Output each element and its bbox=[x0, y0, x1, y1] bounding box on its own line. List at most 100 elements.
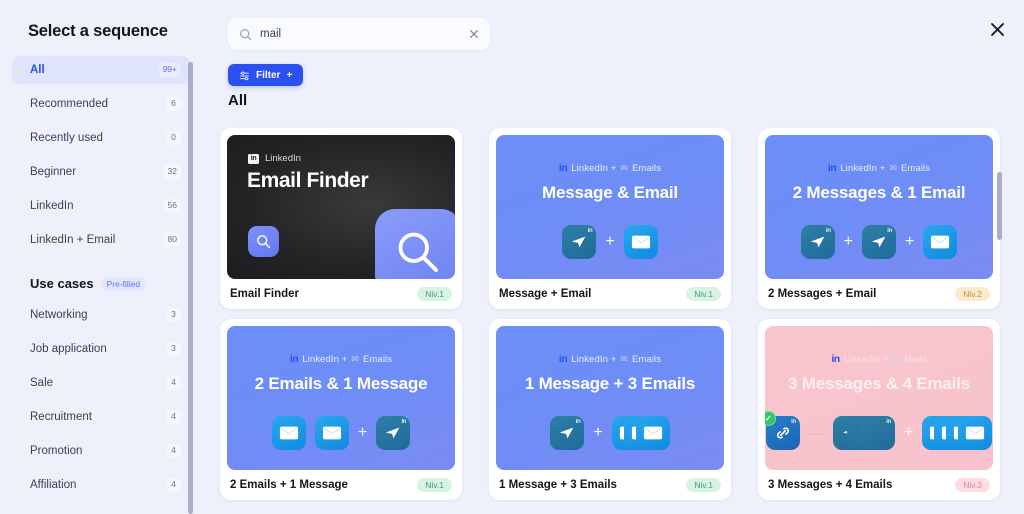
sidebar-item-count: 80 bbox=[163, 233, 181, 247]
linkedin-badge-icon: in bbox=[825, 228, 831, 234]
sidebar-item-label: Job application bbox=[30, 343, 107, 355]
search-bar[interactable] bbox=[228, 18, 490, 50]
sidebar-item-label: Recommended bbox=[30, 98, 108, 110]
card-name: 2 Emails + 1 Message bbox=[230, 479, 348, 491]
linkedin-icon: in bbox=[827, 162, 837, 174]
card-visual: in LinkedIn + ✉ Emails Message & Email i… bbox=[496, 135, 724, 279]
card-tagline-text: LinkedIn bbox=[265, 153, 301, 164]
card-tagline-mail: Emails bbox=[632, 353, 662, 365]
mail-icon: ✉ bbox=[892, 353, 900, 364]
mail-icon: ✉ bbox=[351, 353, 359, 364]
level-badge: Niv.1 bbox=[417, 477, 452, 493]
search-tile bbox=[248, 226, 279, 257]
sidebar-item-count: 4 bbox=[166, 376, 181, 390]
card-icon-row: in + bbox=[496, 416, 724, 450]
sidebar-item-label: All bbox=[30, 64, 45, 76]
section-title: All bbox=[228, 92, 248, 109]
sidebar-scrollbar[interactable] bbox=[188, 62, 193, 514]
message-icon: in bbox=[800, 225, 835, 259]
sidebar-item-recruitment[interactable]: Recruitment 4 bbox=[12, 403, 190, 431]
mail-icon bbox=[635, 416, 670, 450]
main-scrollbar-thumb[interactable] bbox=[997, 172, 1002, 240]
close-icon bbox=[990, 22, 1004, 36]
sequence-card-3-messages-4-emails[interactable]: in Linkedin + ✉ Mails 3 Messages & 4 Ema… bbox=[758, 319, 1000, 500]
filter-button-label: Filter bbox=[256, 69, 281, 81]
card-tagline: in LinkedIn + ✉ Emails bbox=[828, 162, 930, 174]
mail-icon bbox=[923, 225, 958, 259]
sidebar-item-promotion[interactable]: Promotion 4 bbox=[12, 437, 190, 465]
card-tagline-text: LinkedIn + bbox=[302, 353, 348, 365]
plus-icon: + bbox=[843, 233, 853, 250]
sidebar-item-count: 99+ bbox=[158, 63, 181, 77]
message-icon: in bbox=[862, 225, 896, 259]
sidebar-item-sale[interactable]: Sale 4 bbox=[12, 369, 190, 397]
sidebar-item-count: 3 bbox=[166, 342, 181, 356]
linkedin-icon: in bbox=[289, 353, 299, 365]
sidebar-nav-list: All 99+ Recommended 6 Recently used 0 Be… bbox=[0, 56, 200, 254]
linkedin-badge-icon: in bbox=[401, 419, 407, 425]
linkedin-badge-icon: in bbox=[887, 228, 892, 234]
search-icon bbox=[398, 232, 438, 272]
use-cases-title: Use cases bbox=[30, 276, 94, 291]
search-input[interactable] bbox=[260, 28, 460, 40]
sidebar-item-affiliation[interactable]: Affiliation 4 bbox=[12, 471, 190, 499]
card-name: Message + Email bbox=[499, 288, 592, 300]
use-cases-header: Use cases Pre-filled bbox=[0, 260, 200, 291]
clear-search-button[interactable] bbox=[468, 28, 480, 40]
plus-icon: + bbox=[605, 233, 615, 250]
sequence-card-1-message-3-emails[interactable]: in LinkedIn + ✉ Emails 1 Message + 3 Ema… bbox=[489, 319, 731, 500]
level-badge: Niv.1 bbox=[417, 286, 452, 302]
card-footer: 2 Emails + 1 Message Niv.1 bbox=[227, 470, 455, 500]
filter-button[interactable]: Filter + bbox=[228, 64, 304, 86]
sequence-card-2-messages-email[interactable]: in LinkedIn + ✉ Emails 2 Messages & 1 Em… bbox=[758, 128, 1000, 309]
card-headline: 3 Messages & 4 Emails bbox=[788, 374, 970, 393]
sidebar-item-networking[interactable]: Networking 3 bbox=[12, 301, 190, 329]
card-headline: 2 Emails & 1 Message bbox=[254, 374, 428, 393]
sidebar-item-count: 3 bbox=[166, 308, 181, 322]
main-scrollbar[interactable] bbox=[997, 140, 1002, 440]
grid-row: in LinkedIn Email Finder Email Finder Ni… bbox=[220, 128, 1000, 309]
message-icon: in bbox=[562, 225, 597, 259]
sidebar-item-linkedin[interactable]: LinkedIn 56 bbox=[12, 192, 190, 220]
sidebar-item-recently-used[interactable]: Recently used 0 bbox=[12, 124, 190, 152]
card-tagline-text: LinkedIn + bbox=[840, 162, 886, 174]
card-name: 1 Message + 3 Emails bbox=[499, 479, 617, 491]
message-stack: in in in bbox=[832, 416, 895, 450]
card-tagline-mail: Mails bbox=[903, 353, 927, 365]
card-tagline-text: Linkedin + bbox=[843, 353, 889, 365]
sequence-card-email-finder[interactable]: in LinkedIn Email Finder Email Finder Ni… bbox=[220, 128, 462, 309]
main-panel: Filter + All in LinkedIn Email Finder bbox=[200, 0, 1024, 514]
sequence-grid: in LinkedIn Email Finder Email Finder Ni… bbox=[220, 128, 1000, 510]
linkedin-icon: in bbox=[558, 162, 568, 174]
sidebar-item-beginner[interactable]: Beginner 32 bbox=[12, 158, 190, 186]
sidebar-item-label: Networking bbox=[30, 309, 88, 321]
card-tagline-text: LinkedIn + bbox=[571, 162, 617, 174]
mail-icon bbox=[271, 416, 306, 450]
sidebar-scrollbar-thumb[interactable] bbox=[188, 62, 193, 514]
card-tagline: in LinkedIn + ✉ Emails bbox=[559, 162, 661, 174]
sequence-card-message-email[interactable]: in LinkedIn + ✉ Emails Message & Email i… bbox=[489, 128, 731, 309]
card-footer: Message + Email Niv.1 bbox=[496, 279, 724, 309]
card-name: 2 Messages + Email bbox=[768, 288, 877, 300]
plus-icon: + bbox=[903, 424, 914, 441]
sidebar-item-linkedin-email[interactable]: LinkedIn + Email 80 bbox=[12, 226, 190, 254]
sidebar-item-count: 32 bbox=[163, 165, 181, 179]
plus-icon: + bbox=[905, 233, 915, 250]
linkedin-badge-icon: in bbox=[791, 419, 796, 425]
search-tile-large bbox=[375, 209, 455, 279]
sidebar-item-job-application[interactable]: Job application 3 bbox=[12, 335, 190, 363]
card-tagline-mail: Emails bbox=[901, 162, 931, 174]
plus-icon: + bbox=[357, 424, 368, 441]
sequence-card-2-emails-message[interactable]: in LinkedIn + ✉ Emails 2 Emails & 1 Mess… bbox=[220, 319, 462, 500]
close-button[interactable] bbox=[982, 14, 1012, 44]
sequence-picker-dialog: Select a sequence All 99+ Recommended 6 … bbox=[0, 0, 1024, 514]
card-headline: Email Finder bbox=[247, 169, 369, 192]
sidebar-item-recommended[interactable]: Recommended 6 bbox=[12, 90, 190, 118]
use-cases-list: Networking 3 Job application 3 Sale 4 Re… bbox=[0, 301, 200, 499]
link-icon: in ✓ bbox=[765, 411, 800, 450]
grid-row: in LinkedIn + ✉ Emails 2 Emails & 1 Mess… bbox=[220, 319, 1000, 500]
card-headline: Message & Email bbox=[542, 183, 678, 202]
sidebar-item-count: 56 bbox=[163, 199, 181, 213]
sidebar-item-count: 0 bbox=[166, 131, 181, 145]
sidebar-item-all[interactable]: All 99+ bbox=[12, 56, 190, 84]
